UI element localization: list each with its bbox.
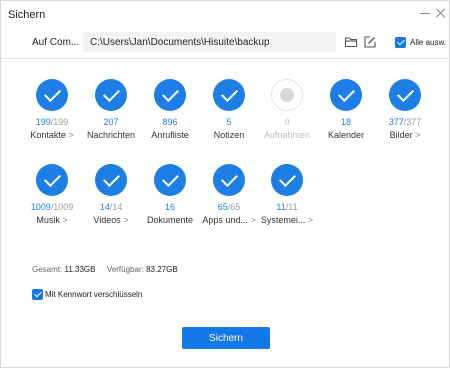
category-anrufliste[interactable]: 896 Anrufliste	[140, 79, 200, 155]
chevron-right-icon[interactable]: >	[68, 130, 73, 140]
category-label[interactable]: Kontakte >	[22, 130, 82, 140]
category-count: 896	[162, 117, 178, 127]
category-label: Nachrichten	[86, 130, 136, 140]
check-icon[interactable]	[389, 79, 421, 111]
edit-icon[interactable]	[363, 35, 377, 49]
category-label[interactable]: Bilder >	[375, 130, 435, 140]
check-icon[interactable]	[95, 79, 127, 111]
category-kalender[interactable]: 18 Kalender	[316, 79, 376, 155]
category-kontakte[interactable]: 199/199 Kontakte >	[22, 79, 82, 155]
category-label: Kalender	[327, 130, 365, 140]
category-bilder[interactable]: 377/377 Bilder >	[375, 79, 435, 155]
category-label: Aufnahmen	[263, 130, 311, 140]
category-label: Dokumente	[146, 215, 194, 225]
backup-path-input[interactable]	[83, 32, 336, 52]
category-count: 11/11	[276, 202, 298, 212]
chevron-right-icon[interactable]: >	[415, 130, 420, 140]
select-all-checkbox[interactable]	[395, 37, 406, 48]
total-size-label: Gesamt:	[32, 265, 63, 274]
category-nachrichten[interactable]: 207 Nachrichten	[81, 79, 141, 155]
chevron-right-icon[interactable]: >	[62, 215, 67, 225]
category-count: 18	[340, 117, 351, 127]
category-musik[interactable]: 1009/1009 Musik >	[22, 164, 82, 240]
check-icon[interactable]	[213, 79, 245, 111]
category-dokumente[interactable]: 16 Dokumente	[140, 164, 200, 240]
category-label: Notizen	[213, 130, 245, 140]
category-count: 14/14	[99, 202, 123, 212]
check-icon[interactable]	[213, 164, 245, 196]
available-space-value: 83.27GB	[146, 265, 178, 274]
encrypt-label: Mit Kennwort verschlüsseln	[45, 290, 143, 299]
encrypt-checkbox[interactable]	[32, 289, 43, 300]
check-icon[interactable]	[36, 164, 68, 196]
chevron-right-icon[interactable]: >	[250, 215, 255, 225]
category-label[interactable]: Musik >	[22, 215, 82, 225]
category-count: 65/65	[217, 202, 241, 212]
check-icon[interactable]	[154, 164, 186, 196]
category-label[interactable]: Apps und... >	[199, 215, 259, 225]
category-systemeinstellungen[interactable]: 11/11 Systemei... >	[257, 164, 317, 240]
select-all-label: Alle ausw.	[410, 38, 447, 47]
backup-button[interactable]: Sichern	[182, 327, 270, 349]
microphone-icon	[271, 79, 303, 111]
check-icon[interactable]	[330, 79, 362, 111]
category-videos[interactable]: 14/14 Videos >	[81, 164, 141, 240]
category-apps[interactable]: 65/65 Apps und... >	[199, 164, 259, 240]
backup-window: Sichern Auf Com... Alle ausw. 199/199	[0, 0, 450, 368]
category-label: Anrufliste	[151, 130, 189, 140]
chevron-right-icon[interactable]: >	[308, 215, 313, 225]
folder-icon[interactable]	[344, 35, 358, 49]
storage-info: Gesamt: 11.33GB Verfügbar: 83.27GB	[32, 265, 178, 274]
category-aufnahmen: 0 Aufnahmen	[257, 79, 317, 155]
category-count: 0	[284, 117, 290, 127]
category-count: 207	[103, 117, 119, 127]
minimize-icon[interactable]	[419, 7, 431, 19]
category-notizen[interactable]: 5 Notizen	[199, 79, 259, 155]
category-count: 16	[164, 202, 175, 212]
available-space-label: Verfügbar:	[106, 265, 144, 274]
category-label[interactable]: Systemei... >	[257, 215, 317, 225]
title-bar: Sichern	[1, 1, 449, 29]
chevron-right-icon[interactable]: >	[123, 215, 128, 225]
check-icon[interactable]	[36, 79, 68, 111]
category-count: 5	[226, 117, 232, 127]
total-size-value: 11.33GB	[64, 265, 96, 274]
category-count: 377/377	[388, 117, 422, 127]
save-location-label: Auf Com...	[32, 37, 80, 48]
category-count: 199/199	[35, 117, 69, 127]
category-label[interactable]: Videos >	[81, 215, 141, 225]
category-count: 1009/1009	[30, 202, 74, 212]
check-icon[interactable]	[95, 164, 127, 196]
check-icon[interactable]	[271, 164, 303, 196]
path-bar: Auf Com... Alle ausw.	[1, 29, 449, 59]
check-icon[interactable]	[154, 79, 186, 111]
close-icon[interactable]	[435, 7, 447, 19]
window-title: Sichern	[8, 9, 46, 21]
